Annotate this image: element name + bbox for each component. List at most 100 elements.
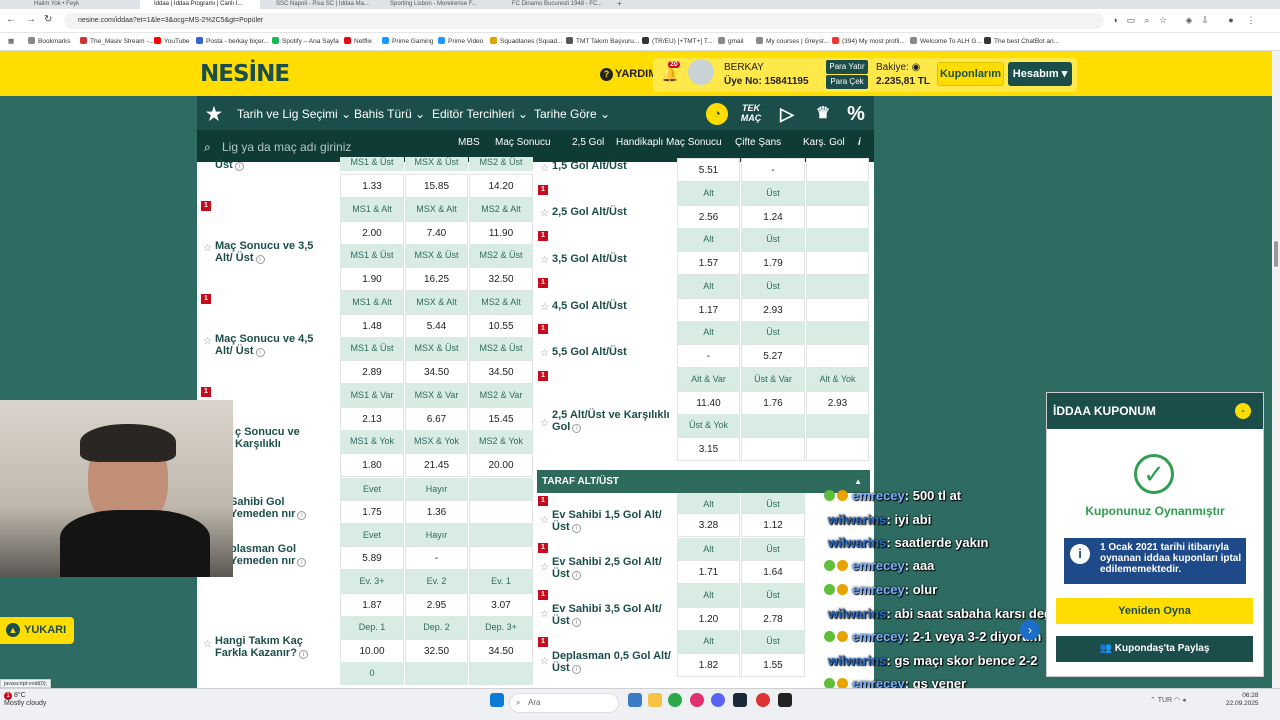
odd-button[interactable]: 1.17 xyxy=(677,298,740,322)
odd-button[interactable] xyxy=(806,251,869,275)
scroll-to-top-button[interactable]: ▲ YUKARI xyxy=(0,617,74,644)
share-kupondas-button[interactable]: 👥 Kupondaş'ta Paylaş xyxy=(1056,636,1253,662)
star-icon[interactable]: ☆ xyxy=(203,336,212,347)
new-tab-button[interactable]: + xyxy=(614,0,628,9)
odd-button[interactable]: 1.76 xyxy=(741,391,805,415)
star-icon[interactable]: ☆ xyxy=(540,515,549,526)
odd-button[interactable]: 5.44 xyxy=(405,314,468,338)
page-scrollbar[interactable] xyxy=(1272,51,1280,688)
menu-date-league[interactable]: Tarih ve Lig Seçimi ⌄ xyxy=(237,107,351,121)
obs-icon[interactable] xyxy=(778,693,792,707)
withdraw-button[interactable]: Para Çek xyxy=(826,75,868,89)
odd-button[interactable]: 1.87 xyxy=(340,593,404,617)
menu-bet-type[interactable]: Bahis Türü ⌄ xyxy=(354,107,425,121)
chrome-icon[interactable] xyxy=(668,693,682,707)
column-header[interactable]: 2,5 Gol xyxy=(572,137,604,148)
section-header-taraf[interactable]: TARAF ALT/ÜST ▲ xyxy=(537,470,870,493)
bookmark-item[interactable]: gmail xyxy=(718,37,744,45)
percent-icon[interactable]: % xyxy=(845,103,867,125)
clock[interactable]: 06:28 22.09.2025 xyxy=(1226,692,1259,708)
favorites-star-icon[interactable]: ★ xyxy=(203,103,225,125)
system-tray[interactable]: ⌃ TUR ◠ ◂ xyxy=(1150,696,1186,704)
odd-button[interactable]: 3.28 xyxy=(677,513,740,537)
bookmark-item[interactable]: Prime Video xyxy=(438,37,483,45)
bookmark-item[interactable]: Squadlanes (Squad... xyxy=(490,37,563,45)
odd-button[interactable]: 14.20 xyxy=(469,174,533,198)
odd-button[interactable]: 1.57 xyxy=(677,251,740,275)
odd-button[interactable] xyxy=(806,158,869,182)
apps-icon[interactable]: ▦ xyxy=(8,37,14,45)
league-search-input[interactable]: Lig ya da maç adı giriniz xyxy=(222,140,351,154)
column-header[interactable]: Maç Sonucu xyxy=(495,137,551,148)
odd-button[interactable]: 21.45 xyxy=(405,453,468,477)
star-icon[interactable]: ☆ xyxy=(203,639,212,650)
extension-icon[interactable]: ◑ xyxy=(1110,15,1120,25)
bookmark-item[interactable]: Prime Gaming xyxy=(382,37,434,45)
odd-button[interactable]: 5.51 xyxy=(677,158,740,182)
odd-button[interactable]: 32.50 xyxy=(405,639,468,663)
info-icon[interactable]: i xyxy=(571,524,581,533)
chevron-right-icon[interactable]: › xyxy=(1020,620,1040,640)
bookmark-star-icon[interactable]: ☆ xyxy=(1158,15,1168,25)
zoom-icon[interactable]: ⌕ xyxy=(1142,15,1152,25)
bookmark-item[interactable]: (394) My most profil... xyxy=(832,37,905,45)
star-icon[interactable]: ☆ xyxy=(540,348,549,359)
odd-button[interactable]: 3.07 xyxy=(469,593,533,617)
odd-button[interactable]: 16.25 xyxy=(405,267,468,291)
info-icon[interactable]: i xyxy=(255,348,265,357)
extensions-icon[interactable]: ◈ xyxy=(1184,15,1194,25)
single-match-icon[interactable]: TEK MAÇ xyxy=(740,103,762,125)
bookmark-item[interactable]: My courses | Greyst... xyxy=(756,37,829,45)
browser-tab[interactable]: Halim Yok • Feyk xyxy=(20,0,132,9)
odd-button[interactable] xyxy=(806,437,869,461)
browser-tab[interactable]: SSC Napoli - Pisa SC | İddaa Ma... xyxy=(262,0,372,9)
opera-icon[interactable] xyxy=(690,693,704,707)
odd-button[interactable] xyxy=(469,546,533,570)
play-again-button[interactable]: Yeniden Oyna xyxy=(1056,598,1253,624)
odd-button[interactable]: 15.45 xyxy=(469,407,533,431)
odd-button[interactable]: 2.95 xyxy=(405,593,468,617)
odd-button[interactable] xyxy=(469,500,533,524)
bookmark-item[interactable]: Netflix xyxy=(344,37,372,45)
odd-button[interactable]: 1.75 xyxy=(340,500,404,524)
odd-button[interactable]: - xyxy=(405,546,468,570)
avatar[interactable] xyxy=(688,59,714,85)
taskbar-search[interactable]: ⌕ Ara xyxy=(509,693,619,713)
odd-button[interactable]: 11.90 xyxy=(469,221,533,245)
info-icon[interactable]: i xyxy=(297,511,307,520)
browser-tab-active[interactable]: İddaa | İddaa Programı | Canlı İ... xyxy=(140,0,260,9)
info-icon[interactable]: i xyxy=(572,424,582,433)
odd-button[interactable]: 2.89 xyxy=(340,360,404,384)
odd-button[interactable]: 1.82 xyxy=(677,653,740,677)
browser-tab[interactable]: FC Dinamo Bucuresti 1948 - FC... xyxy=(498,0,610,9)
info-icon[interactable]: i xyxy=(234,162,244,171)
eye-icon[interactable]: ◉ xyxy=(912,62,921,73)
file-explorer-icon[interactable] xyxy=(648,693,662,707)
star-icon[interactable]: ☆ xyxy=(540,562,549,573)
browser-tab[interactable]: Sporting Lisbon - Moreirense F... xyxy=(376,0,488,9)
odd-button[interactable]: 34.50 xyxy=(469,360,533,384)
odd-button[interactable]: 1.33 xyxy=(340,174,404,198)
odd-button[interactable]: 1.90 xyxy=(340,267,404,291)
info-icon[interactable]: i xyxy=(571,665,581,674)
info-icon[interactable]: i xyxy=(297,558,307,567)
menu-editor-picks[interactable]: Editör Tercihleri ⌄ xyxy=(432,107,528,121)
odd-button[interactable]: 1.80 xyxy=(340,453,404,477)
odd-button[interactable]: 15.85 xyxy=(405,174,468,198)
reload-icon[interactable]: ↻ xyxy=(44,14,52,25)
menu-by-date[interactable]: Tarihe Göre ⌄ xyxy=(534,107,610,121)
odd-button[interactable]: 1.48 xyxy=(340,314,404,338)
odd-button[interactable]: 6.67 xyxy=(405,407,468,431)
help-link[interactable]: ? YARDIM xyxy=(600,68,657,81)
info-icon[interactable]: i xyxy=(298,650,308,659)
crown-icon[interactable]: ♛ xyxy=(812,103,834,125)
downloads-icon[interactable]: ⇩ xyxy=(1200,15,1210,25)
bookmark-item[interactable]: Spotify – Ana Sayfa xyxy=(272,37,339,45)
profile-icon[interactable]: ● xyxy=(1226,15,1236,25)
my-coupons-button[interactable]: Kuponlarım xyxy=(937,62,1004,86)
forward-icon[interactable]: → xyxy=(26,14,36,25)
info-icon[interactable]: i xyxy=(858,137,861,148)
url-input[interactable]: nesine.com/iddaa?et=1&le=3&ocg=MS-2%2C5&… xyxy=(64,13,1104,29)
odd-button[interactable]: - xyxy=(677,344,740,368)
play-icon[interactable]: ▷ xyxy=(776,103,798,125)
